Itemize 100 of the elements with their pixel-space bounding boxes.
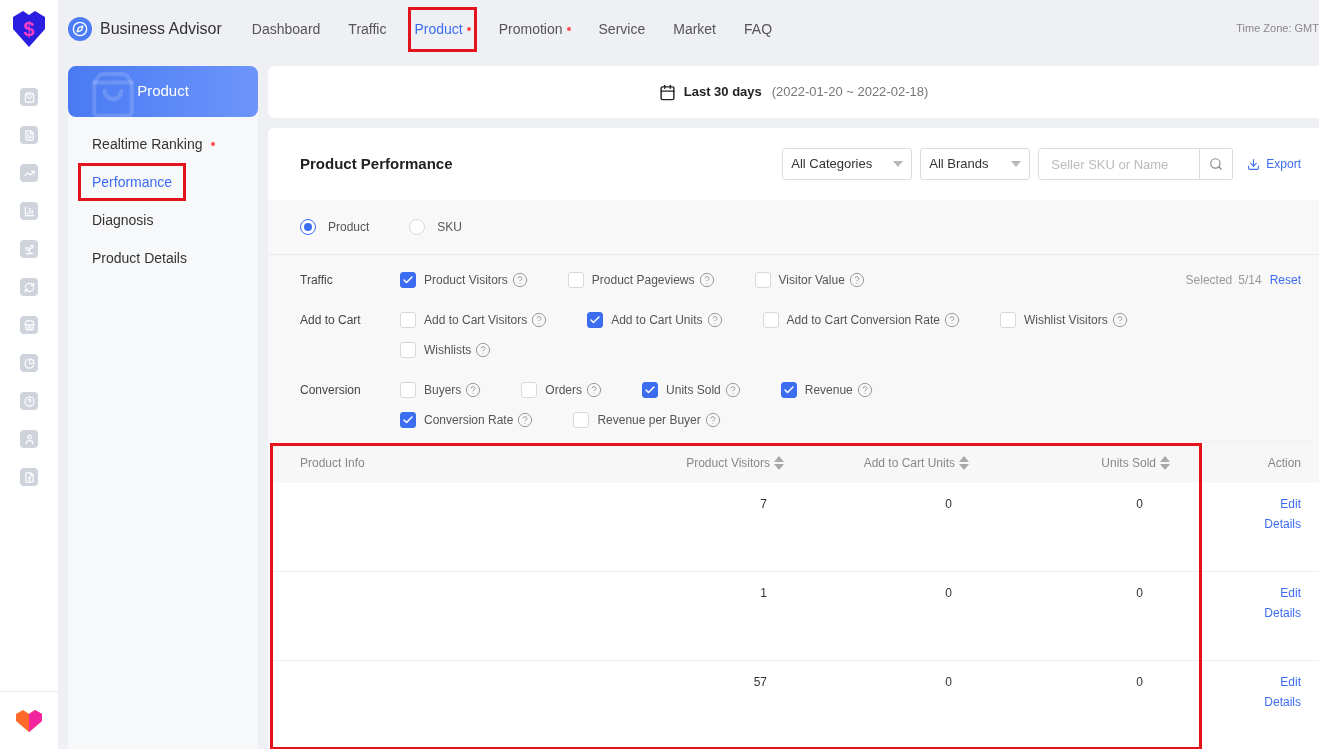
category-select[interactable]: All Categories — [782, 148, 913, 180]
brand-heart-icon[interactable] — [16, 709, 42, 732]
caret-icon — [893, 161, 904, 167]
check-icon — [589, 314, 602, 326]
metric-label: Wishlist Visitors — [1023, 312, 1108, 329]
action-link[interactable]: Edit — [1280, 586, 1301, 601]
submenu-item[interactable]: Product Details — [92, 247, 187, 269]
action-link[interactable]: Details — [1264, 606, 1301, 621]
column-header: Add to Cart Units — [863, 455, 955, 472]
nav-tab[interactable]: Market — [673, 6, 716, 52]
caret-icon — [1011, 161, 1022, 167]
metric-group-label: Conversion — [300, 382, 362, 399]
timezone-label: Time Zone: GMT — [1236, 21, 1319, 36]
file-icon[interactable] — [20, 468, 38, 486]
table-cell: 0 — [945, 497, 952, 511]
sort-icon[interactable] — [959, 456, 969, 470]
help-icon[interactable] — [586, 382, 603, 398]
table-cell: 0 — [945, 675, 952, 689]
help-icon[interactable] — [856, 382, 873, 398]
radio-label: SKU — [437, 219, 463, 236]
selected-label: Selected — [1185, 272, 1233, 289]
checkbox[interactable] — [587, 312, 604, 328]
help-icon[interactable] — [20, 392, 38, 410]
metric-label: Conversion Rate — [424, 412, 514, 429]
table-cell: 7 — [760, 497, 767, 511]
table-cell: 1 — [760, 586, 767, 600]
reset-link[interactable]: Reset — [1269, 271, 1301, 289]
bag-icon[interactable] — [20, 88, 38, 106]
export-button[interactable]: Export — [1247, 155, 1301, 173]
refresh-icon[interactable] — [20, 278, 38, 296]
table-cell: 0 — [1136, 586, 1143, 600]
action-link[interactable]: Details — [1264, 695, 1301, 710]
help-icon[interactable] — [698, 272, 715, 288]
help-icon[interactable] — [531, 312, 548, 328]
help-icon[interactable] — [517, 412, 534, 428]
metric-label: Revenue — [804, 382, 853, 399]
table-cell: 0 — [945, 586, 952, 600]
sort-icon[interactable] — [1160, 456, 1170, 470]
date-range: (2022-01-20 ~ 2022-02-18) — [771, 83, 929, 102]
submenu-item[interactable]: Performance — [92, 171, 173, 193]
checkbox[interactable] — [400, 272, 416, 288]
nav-tab[interactable]: FAQ — [744, 6, 773, 52]
metric-label: Add to Cart Visitors — [424, 312, 528, 329]
table-cell: 0 — [1136, 497, 1143, 511]
radio-button[interactable] — [300, 219, 316, 235]
metric-group-label: Add to Cart — [300, 312, 362, 329]
checkbox[interactable] — [642, 382, 659, 398]
metric-label: Revenue per Buyer — [597, 412, 701, 429]
checkbox[interactable] — [780, 382, 797, 398]
document-icon[interactable] — [20, 126, 38, 144]
nav-tab[interactable]: Service — [598, 6, 646, 52]
search-field[interactable]: Seller SKU or Name — [1038, 148, 1201, 180]
app-title: Business Advisor — [100, 19, 222, 39]
download-icon — [1247, 157, 1261, 171]
metric-label: Product Pageviews — [591, 272, 695, 289]
date-preset[interactable]: Last 30 days — [683, 82, 762, 102]
column-header: Units Sold — [1101, 455, 1156, 472]
metric-label: Product Visitors — [424, 272, 508, 289]
submenu-item[interactable]: Realtime Ranking — [92, 133, 203, 155]
help-icon[interactable] — [1111, 312, 1128, 328]
submenu-item[interactable]: Diagnosis — [92, 209, 154, 231]
help-icon[interactable] — [704, 412, 721, 428]
search-icon — [1209, 157, 1224, 171]
highlight-frame — [408, 6, 477, 52]
nav-tab[interactable]: Dashboard — [251, 6, 321, 52]
panel-title: Product Performance — [300, 153, 453, 174]
user-icon[interactable] — [20, 430, 38, 448]
checkbox[interactable] — [400, 412, 416, 428]
metric-label: Buyers — [424, 382, 462, 399]
help-icon[interactable] — [724, 382, 741, 398]
metric-label: Units Sold — [666, 382, 721, 399]
bar-chart-icon[interactable] — [20, 202, 38, 220]
metric-label: Orders — [545, 382, 583, 399]
action-link[interactable]: Details — [1264, 517, 1301, 532]
help-icon[interactable] — [465, 382, 482, 398]
column-header: Product Visitors — [686, 455, 770, 472]
nav-tab[interactable]: Product — [414, 6, 463, 52]
column-header: Action — [1267, 455, 1301, 472]
sort-icon[interactable] — [774, 456, 784, 470]
calendar-icon[interactable] — [658, 83, 676, 101]
help-icon[interactable] — [706, 312, 723, 328]
help-icon[interactable] — [475, 342, 492, 358]
brand-select[interactable]: All Brands — [920, 148, 1031, 180]
submenu-title: Product — [137, 81, 189, 102]
help-icon[interactable] — [848, 272, 865, 288]
action-link[interactable]: Edit — [1280, 497, 1301, 512]
nav-tab[interactable]: Promotion — [498, 6, 563, 52]
metric-label: Visitor Value — [778, 272, 845, 289]
help-icon[interactable] — [511, 272, 528, 288]
pie-chart-icon[interactable] — [20, 354, 38, 372]
table-cell: 57 — [753, 675, 767, 689]
action-link[interactable]: Edit — [1280, 675, 1301, 690]
sprout-icon[interactable] — [20, 240, 38, 258]
store-icon[interactable] — [20, 316, 38, 334]
nav-tab[interactable]: Traffic — [348, 6, 387, 52]
brand-compass-icon — [68, 17, 92, 41]
help-icon[interactable] — [943, 312, 960, 328]
check-icon — [402, 414, 414, 426]
search-button[interactable] — [1200, 148, 1234, 180]
trend-icon[interactable] — [20, 164, 38, 182]
